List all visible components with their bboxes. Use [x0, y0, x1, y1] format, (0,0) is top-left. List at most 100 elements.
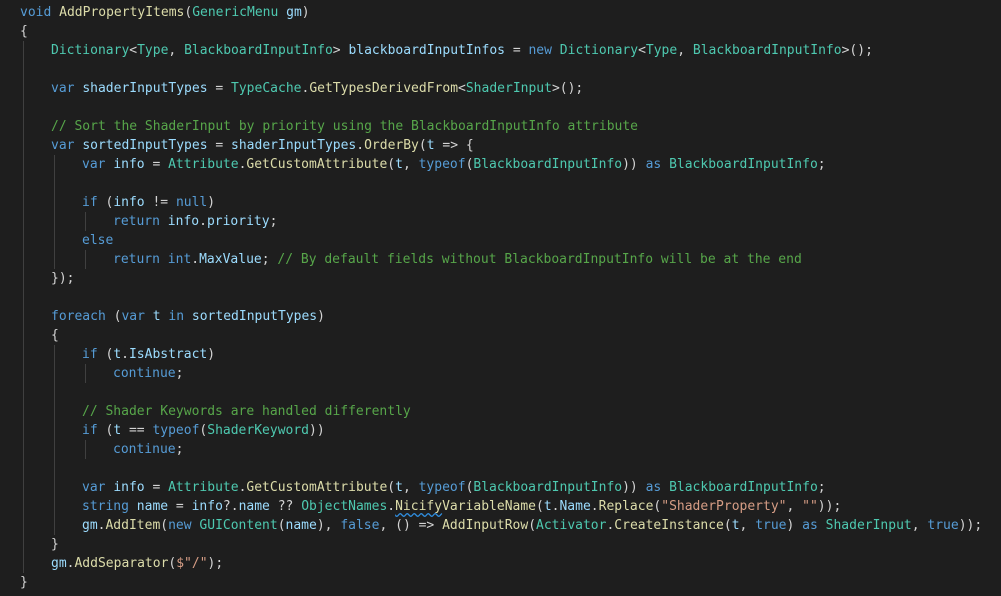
- indent-guide: [54, 231, 55, 250]
- code-line[interactable]: else: [20, 231, 982, 250]
- code-token: .: [121, 347, 129, 362]
- code-line[interactable]: return int.MaxValue; // By default field…: [20, 250, 982, 269]
- indent-guide: [54, 497, 55, 516]
- indent-guide: [23, 497, 24, 516]
- code-token: typeof: [152, 423, 200, 438]
- code-line[interactable]: // Sort the ShaderInput by priority usin…: [20, 117, 982, 136]
- code-line[interactable]: foreach (var t in sortedInputTypes): [20, 307, 982, 326]
- code-token: OrderBy: [364, 138, 419, 153]
- code-token: .: [356, 138, 365, 153]
- code-editor[interactable]: void AddPropertyItems(GenericMenu gm){Di…: [0, 0, 1001, 596]
- code-token: foreach: [51, 309, 106, 324]
- indent-guide: [54, 516, 55, 535]
- code-token: ,: [402, 480, 419, 495]
- code-token: Nicify: [395, 499, 443, 514]
- code-line[interactable]: if (info != null): [20, 193, 982, 212]
- code-token: as: [645, 157, 662, 172]
- indent-guide: [23, 174, 24, 193]
- code-token: ;: [261, 252, 278, 267]
- code-line[interactable]: return info.priority;: [20, 212, 982, 231]
- code-token: !=: [144, 195, 176, 210]
- code-line[interactable]: {: [20, 22, 982, 41]
- code-token: info: [167, 214, 200, 229]
- code-line[interactable]: {: [20, 326, 982, 345]
- code-line[interactable]: [20, 174, 982, 193]
- code-token: ==: [121, 423, 153, 438]
- code-line[interactable]: // Shader Keywords are handled different…: [20, 402, 982, 421]
- code-token: (: [97, 423, 114, 438]
- code-token: GenericMenu: [192, 5, 279, 20]
- code-token: );: [207, 556, 224, 571]
- indent-guide: [23, 212, 24, 231]
- code-token: BlackboardInputInfo: [669, 157, 818, 172]
- indent-guide: [23, 231, 24, 250]
- code-token: ));: [817, 499, 842, 514]
- indent-guide: [54, 250, 55, 269]
- indent-guide: [23, 79, 24, 98]
- code-line[interactable]: }: [20, 535, 982, 554]
- code-token: "": [802, 499, 818, 514]
- code-line[interactable]: [20, 60, 982, 79]
- code-token: t: [152, 309, 161, 324]
- code-token: gm: [82, 518, 98, 533]
- code-token: ),: [316, 518, 341, 533]
- code-token: Attribute: [168, 157, 239, 172]
- code-line[interactable]: var sortedInputTypes = shaderInputTypes.…: [20, 136, 982, 155]
- code-token: as: [645, 480, 662, 495]
- code-token: gm: [286, 5, 302, 20]
- code-token: true: [755, 518, 787, 533]
- indent-guide: [23, 459, 24, 478]
- code-line[interactable]: [20, 383, 982, 402]
- code-token: ): [207, 347, 216, 362]
- code-line[interactable]: void AddPropertyItems(GenericMenu gm): [20, 3, 982, 22]
- code-line[interactable]: gm.AddItem(new GUIContent(name), false, …: [20, 516, 982, 535]
- code-line[interactable]: continue;: [20, 440, 982, 459]
- code-token: ,: [739, 518, 756, 533]
- code-token: ,: [911, 518, 928, 533]
- code-token: (: [723, 518, 732, 533]
- code-line[interactable]: var shaderInputTypes = TypeCache.GetType…: [20, 79, 982, 98]
- code-token: info: [113, 480, 145, 495]
- code-token: ): [786, 518, 803, 533]
- code-token: false: [340, 518, 380, 533]
- code-token: else: [82, 233, 114, 248]
- code-line[interactable]: var info = Attribute.GetCustomAttribute(…: [20, 155, 982, 174]
- code-token: BlackboardInputInfo: [473, 157, 623, 172]
- code-line[interactable]: var info = Attribute.GetCustomAttribute(…: [20, 478, 982, 497]
- code-token: ,: [786, 499, 803, 514]
- code-line[interactable]: [20, 98, 982, 117]
- code-line[interactable]: [20, 459, 982, 478]
- code-token: GUIContent: [199, 518, 278, 533]
- code-token: if: [82, 423, 98, 438]
- code-line[interactable]: });: [20, 269, 982, 288]
- code-line[interactable]: string name = info?.name ?? ObjectNames.…: [20, 497, 982, 516]
- indent-guide: [23, 60, 24, 79]
- indent-guide: [23, 326, 24, 345]
- indent-guide: [23, 307, 24, 326]
- indent-guide: [23, 478, 24, 497]
- code-line[interactable]: if (t.IsAbstract): [20, 345, 982, 364]
- code-token: ;: [175, 442, 184, 457]
- code-line[interactable]: continue;: [20, 364, 982, 383]
- indent-guide: [23, 269, 24, 288]
- code-token: ;: [175, 366, 184, 381]
- code-token: Attribute: [168, 480, 239, 495]
- code-line[interactable]: if (t == typeof(ShaderKeyword)): [20, 421, 982, 440]
- code-token: Type: [645, 43, 678, 58]
- code-token: ;: [817, 480, 826, 495]
- code-token: shaderInputTypes: [82, 81, 208, 96]
- indent-guide: [23, 288, 24, 307]
- code-token: var: [82, 157, 106, 172]
- code-token: typeof: [418, 157, 466, 172]
- code-token: new: [168, 518, 192, 533]
- code-line[interactable]: [20, 288, 982, 307]
- code-line[interactable]: }: [20, 573, 982, 592]
- indent-guide: [23, 250, 24, 269]
- code-line[interactable]: Dictionary<Type, BlackboardInputInfo> bl…: [20, 41, 982, 60]
- code-token: Replace: [598, 499, 654, 514]
- code-line[interactable]: gm.AddSeparator($"/");: [20, 554, 982, 573]
